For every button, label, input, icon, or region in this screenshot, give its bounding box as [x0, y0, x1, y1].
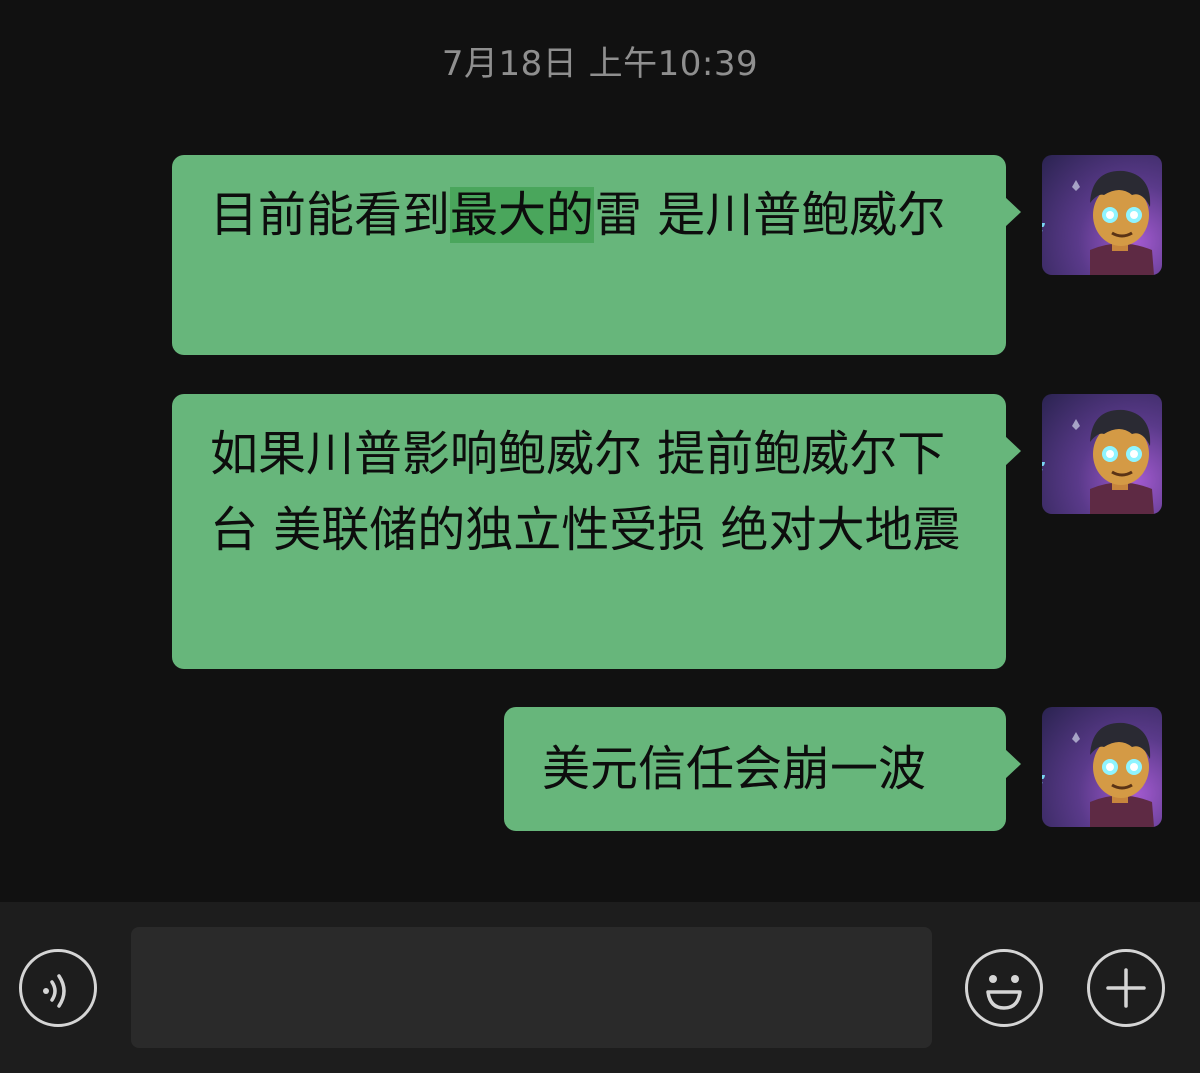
avatar-image	[1042, 409, 1154, 514]
avatar[interactable]	[1042, 707, 1162, 827]
plus-icon	[1106, 968, 1146, 1008]
emoji-icon	[986, 975, 1022, 1010]
message-input[interactable]	[131, 927, 932, 1048]
avatar[interactable]	[1042, 155, 1162, 275]
emoji-button[interactable]	[965, 949, 1043, 1027]
voice-icon	[43, 974, 66, 1008]
message-bubble[interactable]: 如果川普影响鲍威尔 提前鲍威尔下台 美联储的独立性受损 绝对大地震	[172, 394, 1021, 669]
timestamp: 7月18日 上午10:39	[441, 44, 759, 84]
voice-button[interactable]	[19, 949, 97, 1027]
message-text: 如果川普影响鲍威尔 提前鲍威尔下台 美联储的独立性受损 绝对大地震	[210, 426, 961, 558]
plus-button[interactable]	[1087, 949, 1165, 1027]
message-text-part: 目前能看到	[210, 187, 451, 243]
message-bubble[interactable]: 目前能看到最大的雷 是川普鲍威尔	[172, 155, 1021, 355]
avatar[interactable]	[1042, 394, 1162, 514]
message-text-part: 雷 是川普鲍威尔	[594, 187, 946, 243]
message-text-highlight: 最大的	[450, 187, 595, 243]
avatar-image	[1042, 170, 1154, 275]
message-bubble[interactable]: 美元信任会崩一波	[504, 707, 1021, 831]
input-bar	[0, 902, 1200, 1073]
avatar-image	[1042, 722, 1154, 827]
message-text: 美元信任会崩一波	[542, 741, 927, 797]
